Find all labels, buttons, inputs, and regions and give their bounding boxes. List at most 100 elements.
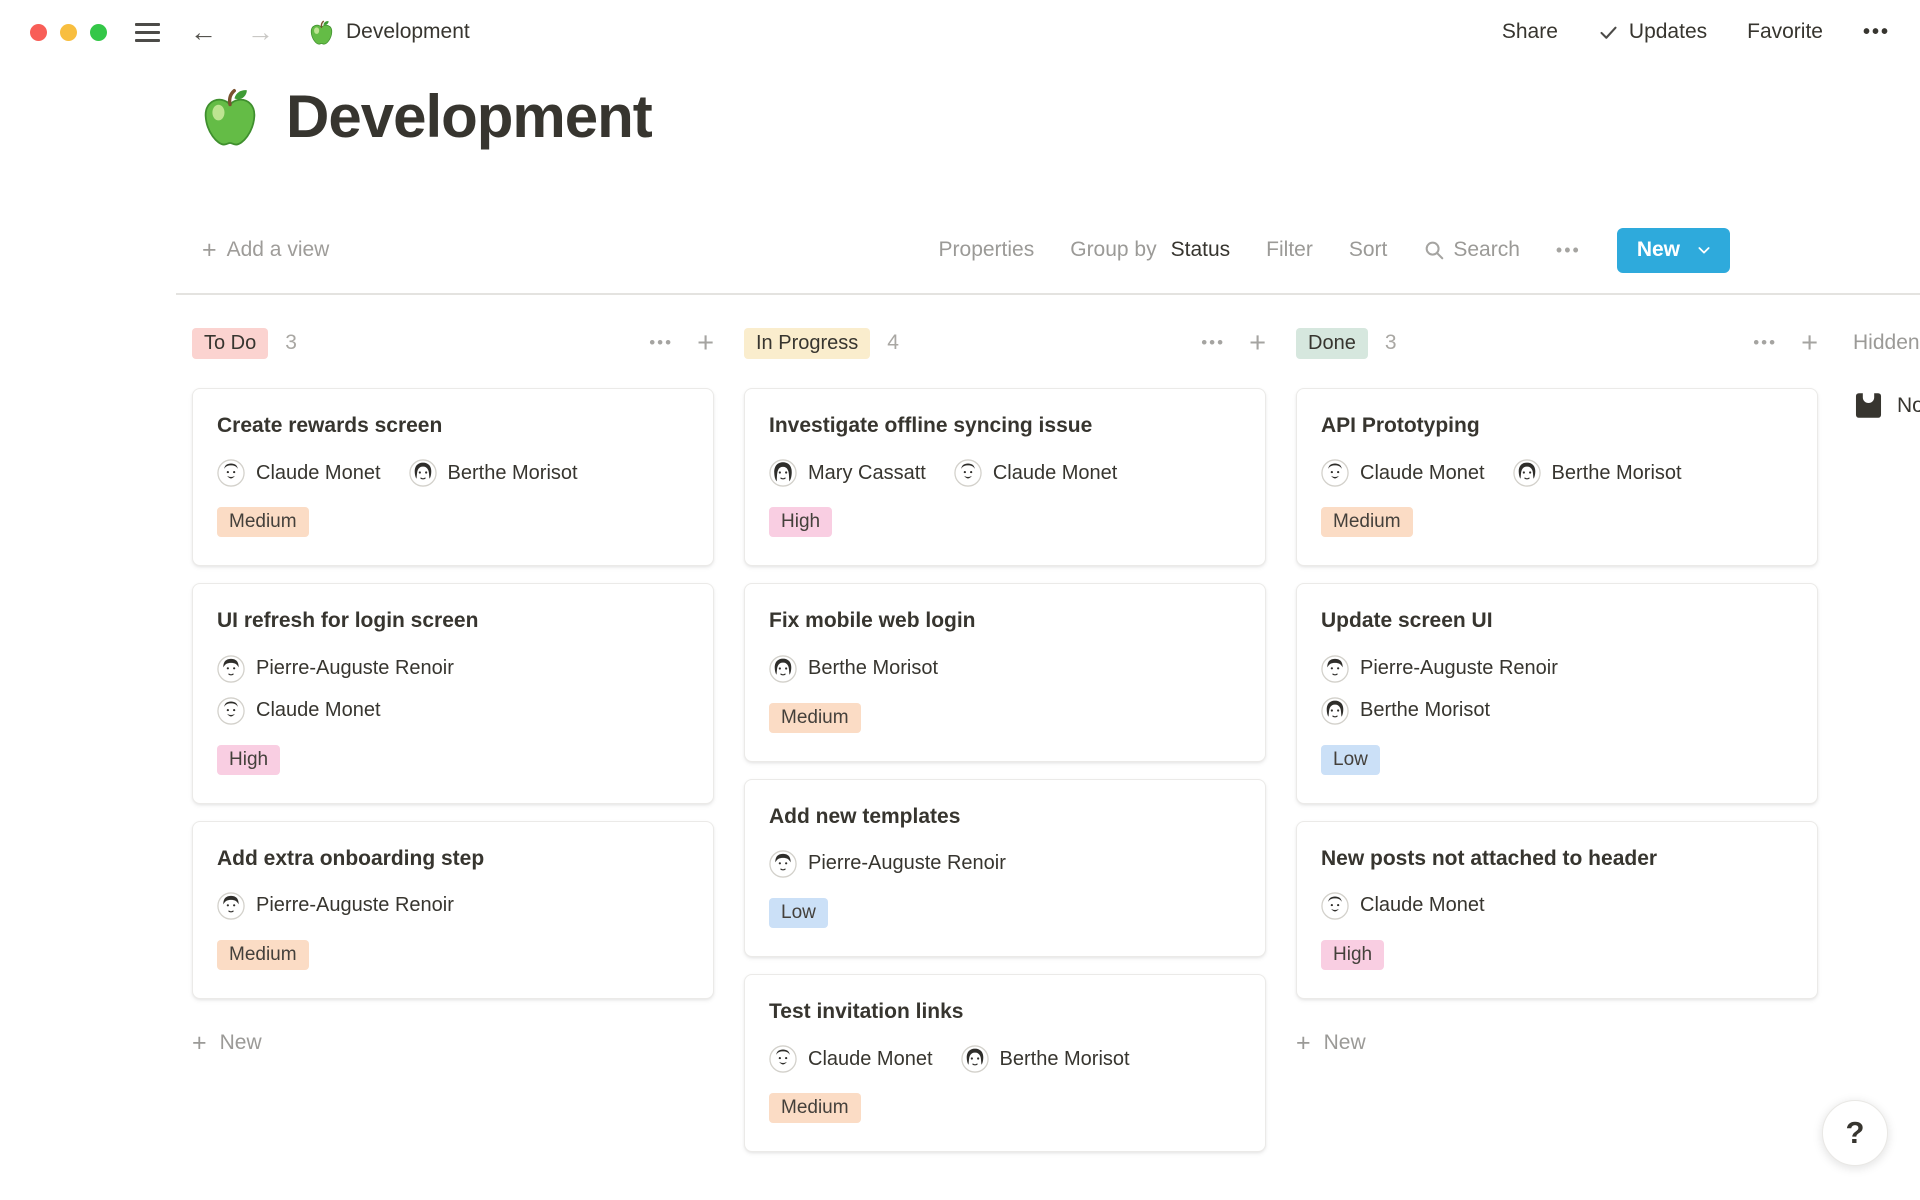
column-status-badge: To Do xyxy=(192,328,268,359)
more-options-icon[interactable]: ••• xyxy=(1863,21,1890,44)
page-apple-icon-large[interactable] xyxy=(198,85,262,149)
card-title: Test invitation links xyxy=(769,999,1241,1025)
page-apple-icon xyxy=(308,19,335,46)
assignee-row: Pierre-Auguste Renoir xyxy=(217,655,689,683)
column-more-icon[interactable]: ••• xyxy=(1201,333,1225,353)
help-button[interactable]: ? xyxy=(1822,1100,1888,1166)
column-more-icon[interactable]: ••• xyxy=(649,333,673,353)
task-card[interactable]: Create rewards screenClaude MonetBerthe … xyxy=(192,388,714,566)
priority-badge: High xyxy=(217,745,280,775)
close-button[interactable] xyxy=(30,24,47,41)
column-card-count: 3 xyxy=(1385,331,1397,355)
app-window: ← → Development Share Updates Favorite •… xyxy=(0,0,1920,1200)
plus-icon: + xyxy=(192,1029,207,1058)
add-card-button[interactable]: +New xyxy=(1296,1029,1818,1058)
board-column-todo: To Do 3 ••• + Create rewards screenClaude Mo… xyxy=(192,320,714,1152)
add-view-button[interactable]: + Add a view xyxy=(202,236,329,265)
card-priority-row: Medium xyxy=(769,703,1241,733)
priority-badge: Medium xyxy=(1321,507,1413,537)
card-priority-row: Medium xyxy=(217,940,689,970)
task-card[interactable]: Investigate offline syncing issueMary Ca… xyxy=(744,388,1266,566)
card-assignees: Claude Monet xyxy=(1321,892,1793,920)
updates-button[interactable]: Updates xyxy=(1598,20,1707,44)
column-header-icons: ••• + xyxy=(1201,329,1266,358)
card-priority-row: High xyxy=(769,507,1241,537)
sort-button[interactable]: Sort xyxy=(1349,238,1388,262)
assignee-row: Claude Monet Berthe Morisot xyxy=(217,459,689,487)
card-title: Add new templates xyxy=(769,804,1241,830)
page-title[interactable]: Development xyxy=(286,82,652,151)
page-header: Development xyxy=(198,82,652,151)
avatar-man-mustache-icon xyxy=(1321,892,1349,920)
assignee: Claude Monet xyxy=(1321,892,1485,920)
group-by-button[interactable]: Group byStatus xyxy=(1070,238,1230,262)
minimize-button[interactable] xyxy=(60,24,77,41)
card-title: UI refresh for login screen xyxy=(217,608,689,634)
assignee: Claude Monet xyxy=(217,459,381,487)
add-card-label: New xyxy=(1324,1031,1366,1055)
new-button[interactable]: New xyxy=(1617,228,1730,273)
view-toolbar: + Add a view Properties Group byStatus F… xyxy=(202,224,1730,276)
assignee-name: Claude Monet xyxy=(1360,894,1485,917)
assignee: Pierre-Auguste Renoir xyxy=(769,850,1006,878)
add-card-label: New xyxy=(220,1031,262,1055)
task-card[interactable]: New posts not attached to header Claude M… xyxy=(1296,821,1818,999)
zoom-button[interactable] xyxy=(90,24,107,41)
column-header-icons: ••• + xyxy=(1753,329,1818,358)
task-card[interactable]: Test invitation linksClaude MonetBerthe … xyxy=(744,974,1266,1152)
card-priority-row: Medium xyxy=(769,1093,1241,1123)
favorite-button[interactable]: Favorite xyxy=(1747,20,1823,44)
assignee-name: Berthe Morisot xyxy=(1360,699,1490,722)
column-header-in-progress: In Progress4•••+ xyxy=(744,320,1266,366)
share-button[interactable]: Share xyxy=(1502,20,1558,44)
view-more-icon[interactable]: ••• xyxy=(1556,240,1581,261)
assignee: Berthe Morisot xyxy=(409,459,578,487)
assignee-row: Claude Monet xyxy=(1321,892,1793,920)
properties-button[interactable]: Properties xyxy=(939,238,1035,262)
assignee-name: Pierre-Auguste Renoir xyxy=(256,657,454,680)
chevron-down-icon xyxy=(1696,242,1712,258)
hidden-columns-title[interactable]: Hidden columns xyxy=(1853,320,1920,366)
breadcrumb-page-title[interactable]: Development xyxy=(346,20,470,44)
avatar-woman-bob-icon xyxy=(1513,459,1541,487)
column-add-icon[interactable]: + xyxy=(1249,329,1266,358)
avatar-man-mustache-icon xyxy=(217,459,245,487)
add-card-button[interactable]: + New xyxy=(192,1029,714,1058)
column-header-todo: To Do 3 ••• + xyxy=(192,320,714,366)
search-button[interactable]: Search xyxy=(1423,238,1520,262)
card-priority-row: Medium xyxy=(217,507,689,537)
filter-button[interactable]: Filter xyxy=(1266,238,1313,262)
sidebar-menu-icon[interactable] xyxy=(135,23,160,42)
assignee: Claude Monet xyxy=(217,697,381,725)
task-card[interactable]: Fix mobile web loginBerthe MorisotMedium xyxy=(744,583,1266,761)
column-more-icon[interactable]: ••• xyxy=(1753,333,1777,353)
avatar-man-mustache-icon xyxy=(217,697,245,725)
assignee-name: Berthe Morisot xyxy=(808,657,938,680)
column-card-count: 3 xyxy=(285,331,297,355)
task-card[interactable]: Add extra onboarding step Pierre-Auguste … xyxy=(192,821,714,999)
card-title: Add extra onboarding step xyxy=(217,846,689,872)
column-add-icon[interactable]: + xyxy=(697,329,714,358)
column-add-icon[interactable]: + xyxy=(1801,329,1818,358)
assignee-name: Pierre-Auguste Renoir xyxy=(1360,657,1558,680)
task-card[interactable]: API PrototypingClaude MonetBerthe Moriso… xyxy=(1296,388,1818,566)
column-card-count: 4 xyxy=(887,331,899,355)
column-cards-todo: Create rewards screenClaude MonetBerthe … xyxy=(192,388,714,999)
hidden-group-no-status[interactable]: No Status xyxy=(1853,390,1920,421)
back-icon[interactable]: ← xyxy=(190,19,217,46)
column-cards-in-progress: Investigate offline syncing issueMary Ca… xyxy=(744,388,1266,1152)
search-icon xyxy=(1423,239,1445,261)
assignee: Pierre-Auguste Renoir xyxy=(217,892,454,920)
priority-badge: High xyxy=(769,507,832,537)
card-title: New posts not attached to header xyxy=(1321,846,1793,872)
assignee-row: Pierre-Auguste Renoir xyxy=(1321,655,1793,683)
task-card[interactable]: Update screen UIPierre-Auguste RenoirBer… xyxy=(1296,583,1818,803)
avatar-man-hair-icon xyxy=(217,655,245,683)
assignee: Mary Cassatt xyxy=(769,459,926,487)
plus-icon: + xyxy=(202,236,217,265)
task-card[interactable]: Add new templatesPierre-Auguste RenoirLo… xyxy=(744,779,1266,957)
assignee: Berthe Morisot xyxy=(1513,459,1682,487)
assignee: Claude Monet xyxy=(1321,459,1485,487)
task-card[interactable]: UI refresh for login screen Pierre-August… xyxy=(192,583,714,803)
card-assignees: Pierre-Auguste Renoir xyxy=(769,850,1241,878)
